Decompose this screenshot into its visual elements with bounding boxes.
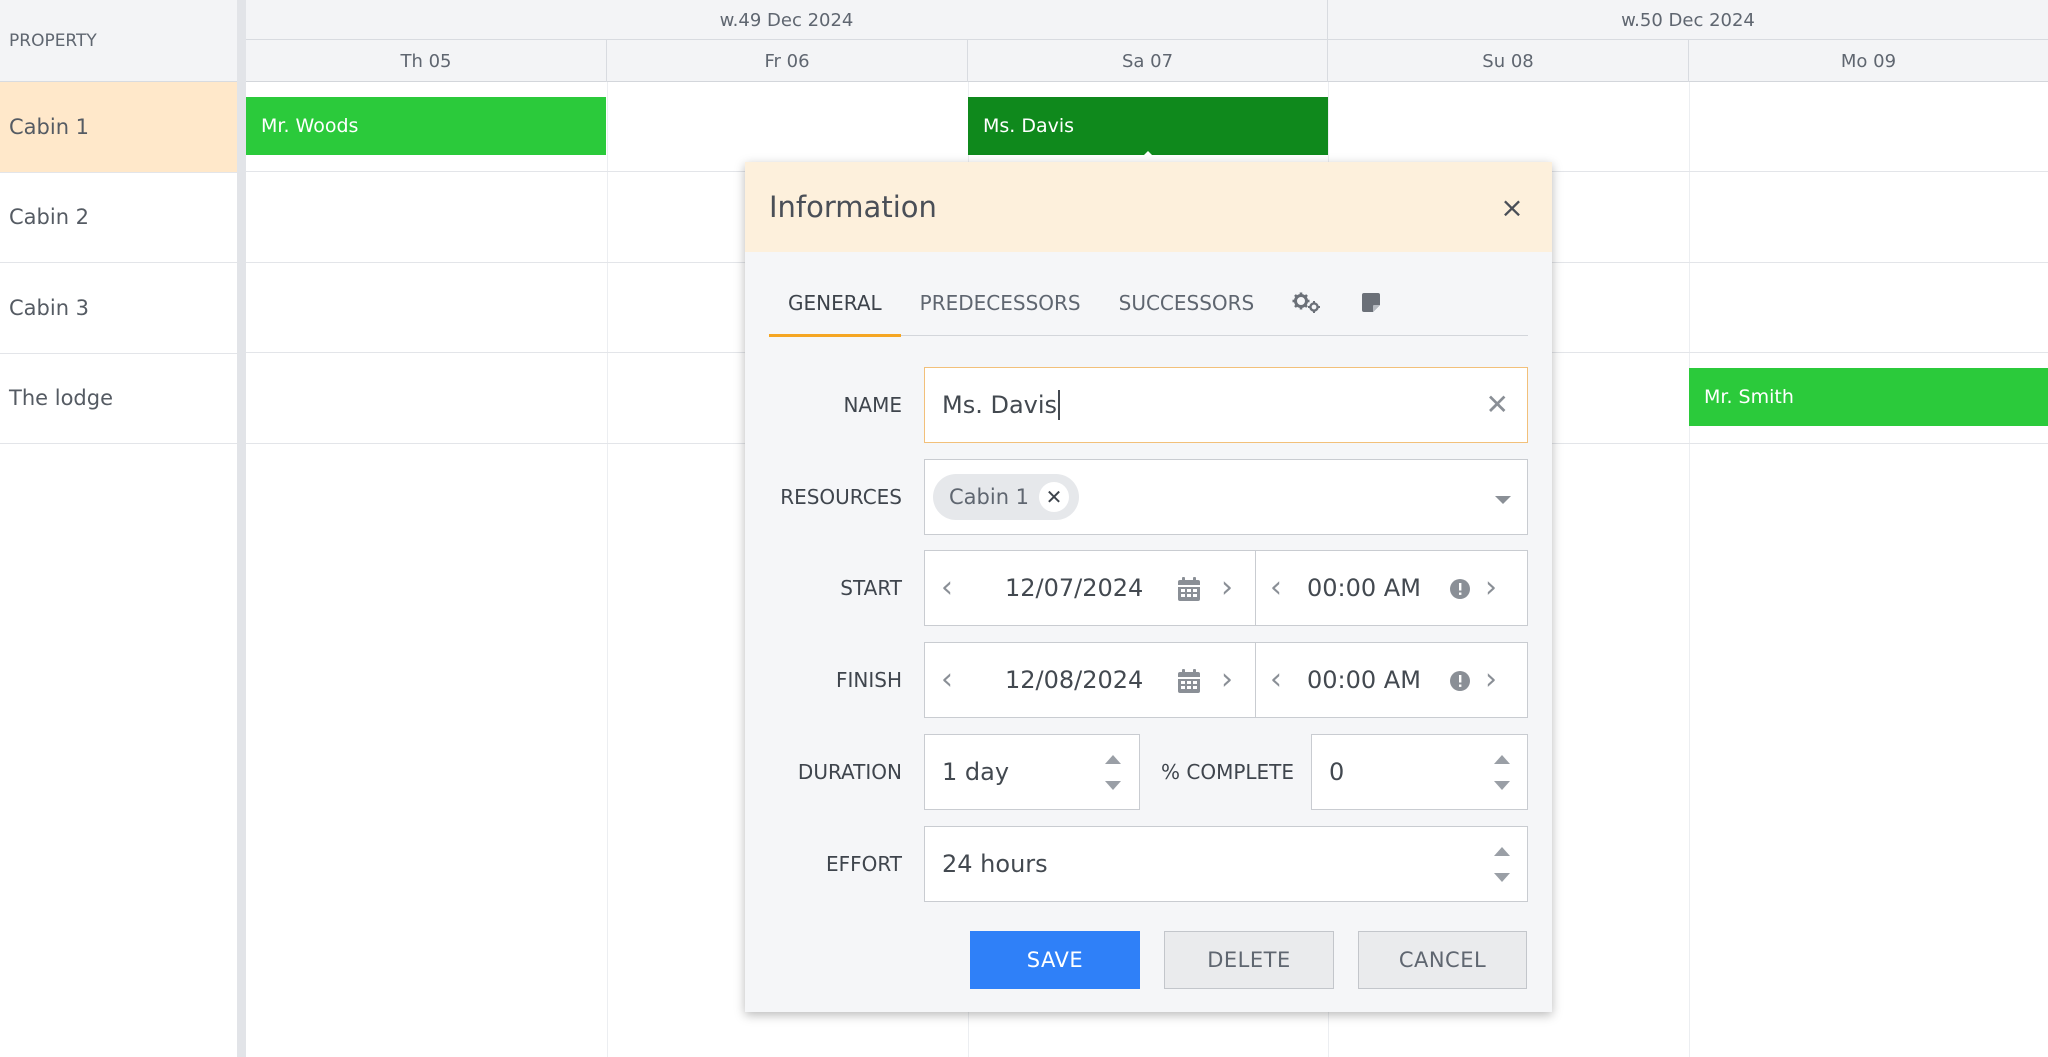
spin-down-icon[interactable] bbox=[1494, 781, 1510, 790]
name-input-value[interactable]: Ms. Davis bbox=[942, 391, 1057, 419]
effort-label: EFFORT bbox=[825, 852, 902, 876]
chevron-left-icon[interactable]: ‹ bbox=[1270, 569, 1282, 607]
chevron-right-icon[interactable]: › bbox=[1221, 661, 1233, 699]
tab-general[interactable]: GENERAL bbox=[769, 270, 901, 337]
resource-chip[interactable]: Cabin 1 ✕ bbox=[933, 474, 1080, 520]
popup-title: Information bbox=[769, 190, 937, 224]
week-header: w.49 Dec 2024 w.50 Dec 2024 bbox=[246, 0, 2048, 40]
tab-advanced[interactable] bbox=[1273, 270, 1341, 336]
popup-header: Information × bbox=[745, 162, 1552, 252]
finish-time-input[interactable]: 00:00 AM bbox=[1307, 666, 1421, 694]
finish-label: FINISH bbox=[836, 668, 902, 692]
chevron-left-icon[interactable]: ‹ bbox=[941, 661, 953, 699]
event-bar[interactable]: Mr. Woods bbox=[246, 97, 606, 155]
calendar-icon[interactable] bbox=[1177, 576, 1201, 602]
event-bar-selected[interactable]: Ms. Davis bbox=[968, 97, 1328, 155]
task-editor-popup: Information × GENERAL PREDECESSORS SUCCE… bbox=[745, 162, 1552, 1012]
day-column-line bbox=[1689, 82, 1690, 1057]
effort-input-value[interactable]: 24 hours bbox=[942, 850, 1048, 878]
duration-field[interactable]: 1 day bbox=[924, 734, 1140, 810]
clock-icon[interactable] bbox=[1449, 578, 1471, 600]
resource-row-cabin-1[interactable]: Cabin 1 bbox=[0, 82, 237, 173]
chip-remove-icon[interactable]: ✕ bbox=[1039, 482, 1070, 512]
tab-notes[interactable] bbox=[1341, 270, 1401, 336]
percent-complete-field[interactable]: 0 bbox=[1311, 734, 1528, 810]
field-divider bbox=[1255, 643, 1256, 717]
percent-complete-input-value[interactable]: 0 bbox=[1329, 758, 1344, 786]
event-bar[interactable]: Mr. Smith bbox=[1689, 368, 2048, 426]
chevron-right-icon[interactable]: › bbox=[1485, 661, 1497, 699]
week-header-cell: w.49 Dec 2024 bbox=[246, 0, 1328, 40]
start-datetime-field: ‹ 12/07/2024 › ‹ 00:00 AM › bbox=[924, 550, 1528, 626]
effort-field[interactable]: 24 hours bbox=[924, 826, 1528, 902]
event-label: Mr. Smith bbox=[1704, 386, 1794, 408]
clock-icon[interactable] bbox=[1449, 670, 1471, 692]
duration-input-value[interactable]: 1 day bbox=[942, 758, 1009, 786]
start-time-input[interactable]: 00:00 AM bbox=[1307, 574, 1421, 602]
spin-up-icon[interactable] bbox=[1105, 755, 1121, 764]
close-icon[interactable]: × bbox=[1494, 189, 1530, 225]
finish-date-input[interactable]: 12/08/2024 bbox=[1005, 666, 1143, 694]
resources-label: RESOURCES bbox=[780, 485, 902, 509]
resource-row-cabin-3[interactable]: Cabin 3 bbox=[0, 263, 237, 354]
chevron-left-icon[interactable]: ‹ bbox=[1270, 661, 1282, 699]
start-label: START bbox=[840, 576, 902, 600]
chevron-right-icon[interactable]: › bbox=[1485, 569, 1497, 607]
cancel-button[interactable]: CANCEL bbox=[1358, 931, 1527, 989]
save-button[interactable]: SAVE bbox=[970, 931, 1140, 989]
field-divider bbox=[1255, 551, 1256, 625]
day-header-cell: Su 08 bbox=[1328, 40, 1689, 82]
tab-predecessors[interactable]: PREDECESSORS bbox=[901, 270, 1100, 336]
gears-icon bbox=[1292, 292, 1321, 313]
spin-up-icon[interactable] bbox=[1494, 755, 1510, 764]
resource-chip-label: Cabin 1 bbox=[949, 485, 1030, 509]
chevron-down-icon[interactable] bbox=[1495, 496, 1511, 504]
chevron-right-icon[interactable]: › bbox=[1221, 569, 1233, 607]
spin-up-icon[interactable] bbox=[1494, 847, 1510, 856]
finish-datetime-field: ‹ 12/08/2024 › ‹ 00:00 AM › bbox=[924, 642, 1528, 718]
duration-label: DURATION bbox=[797, 760, 902, 784]
day-header: Th 05 Fr 06 Sa 07 Su 08 Mo 09 bbox=[246, 40, 2048, 82]
clear-icon[interactable]: ✕ bbox=[1486, 390, 1509, 420]
tab-successors[interactable]: SUCCESSORS bbox=[1100, 270, 1274, 336]
spin-down-icon[interactable] bbox=[1494, 873, 1510, 882]
resources-combo[interactable]: Cabin 1 ✕ bbox=[924, 459, 1528, 535]
chevron-left-icon[interactable]: ‹ bbox=[941, 569, 953, 607]
popup-anchor-arrow bbox=[1140, 151, 1156, 159]
name-label: NAME bbox=[843, 393, 902, 417]
day-header-cell: Th 05 bbox=[246, 40, 607, 82]
event-label: Mr. Woods bbox=[261, 115, 359, 137]
day-header-cell: Mo 09 bbox=[1840, 50, 1897, 72]
name-field[interactable]: Ms. Davis ✕ bbox=[924, 367, 1528, 443]
text-cursor bbox=[1058, 390, 1061, 420]
week-header-cell: w.50 Dec 2024 bbox=[1621, 9, 1755, 31]
grid-splitter[interactable] bbox=[237, 0, 246, 1057]
note-icon bbox=[1362, 293, 1381, 312]
day-header-cell: Fr 06 bbox=[607, 40, 968, 82]
resource-row-cabin-2[interactable]: Cabin 2 bbox=[0, 173, 237, 263]
calendar-icon[interactable] bbox=[1177, 668, 1201, 694]
day-header-cell: Sa 07 bbox=[968, 40, 1328, 82]
day-column-line bbox=[607, 82, 608, 1057]
resource-row-the-lodge[interactable]: The lodge bbox=[0, 354, 237, 444]
tab-bar: GENERAL PREDECESSORS SUCCESSORS bbox=[769, 270, 1528, 337]
resource-grid: PROPERTY Cabin 1 Cabin 2 Cabin 3 The lod… bbox=[0, 0, 237, 1057]
property-column-header[interactable]: PROPERTY bbox=[0, 0, 237, 82]
percent-complete-label: % COMPLETE bbox=[1161, 760, 1295, 784]
spin-down-icon[interactable] bbox=[1105, 781, 1121, 790]
start-date-input[interactable]: 12/07/2024 bbox=[1005, 574, 1143, 602]
event-label: Ms. Davis bbox=[983, 115, 1075, 137]
delete-button[interactable]: DELETE bbox=[1164, 931, 1334, 989]
